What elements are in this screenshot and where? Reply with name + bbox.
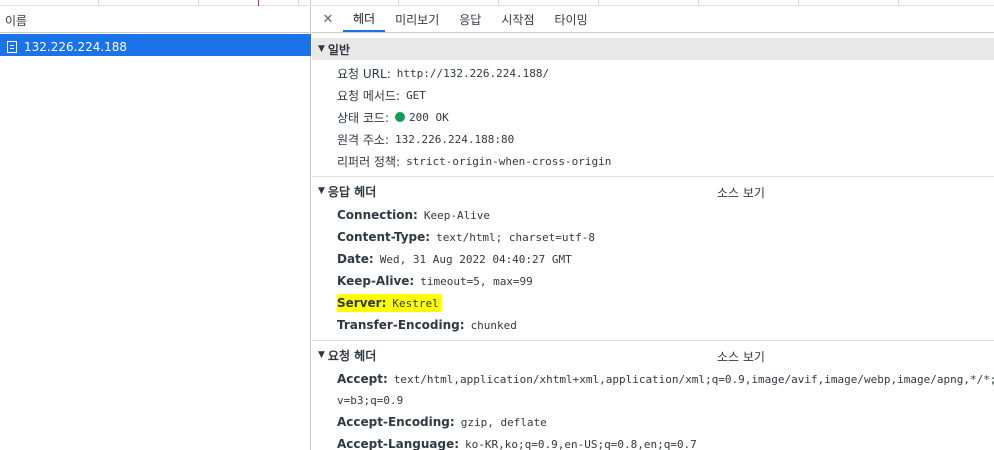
header-key: 상태 코드: [337,110,390,125]
general-section-header[interactable]: ▼ 일반 [312,38,994,60]
general-section-title: 일반 [327,42,351,57]
header-value: 132.226.224.188:80 [395,132,515,146]
header-key: Keep-Alive: [337,274,415,288]
header-key: Accept-Language: [337,437,460,450]
header-value: 200 OK [409,110,449,124]
request-name: 132.226.224.188 [24,39,128,54]
request-header-row: Accept-Language: ko-KR,ko;q=0.9,en-US;q=… [337,434,697,450]
response-header-row: Connection: Keep-Alive [337,205,490,225]
details-tabbar: ✕ 헤더 미리보기 응답 시작점 타이밍 [312,6,994,33]
header-value: Kestrel [392,296,439,310]
view-source-link[interactable]: 소스 보기 [717,348,765,365]
header-key: Date: [337,252,374,266]
triangle-down-icon: ▼ [318,350,325,360]
header-key: 요청 메서드: [337,88,401,103]
highlight-mark: Server: Kestrel [337,294,442,312]
header-value: chunked [470,318,517,332]
general-row-request-url: 요청 URL: http://132.226.224.188/ [337,63,549,83]
document-icon [7,40,17,53]
response-headers-section-header[interactable]: ▼ 응답 헤더 소스 보기 [312,180,994,202]
request-headers-title: 요청 헤더 [327,348,377,363]
header-key: Server: [337,296,387,310]
header-key: 리퍼러 정책: [337,154,401,169]
header-value: ko-KR,ko;q=0.9,en-US;q=0.8,en;q=0.7 [465,437,697,450]
response-header-row-server: Server: Kestrel [337,293,442,313]
request-row-selected[interactable]: 132.226.224.188 [0,34,311,56]
header-value: GET [406,88,426,102]
header-value: timeout=5, max=99 [420,274,533,288]
header-key: 원격 주소: [337,132,390,147]
header-value-continuation: v=b3;q=0.9 [337,393,404,407]
response-header-row: Date: Wed, 31 Aug 2022 04:40:27 GMT [337,249,572,269]
header-value: text/html; charset=utf-8 [436,230,596,244]
tab-timing[interactable]: 타이밍 [544,6,597,32]
response-header-row: Keep-Alive: timeout=5, max=99 [337,271,533,291]
response-headers-title: 응답 헤더 [327,184,377,199]
tab-response[interactable]: 응답 [449,6,491,32]
name-column-header[interactable]: 이름 [0,6,311,33]
triangle-down-icon: ▼ [318,44,325,54]
header-value: gzip, deflate [460,415,547,429]
header-key: Accept: [337,372,388,386]
response-header-row: Transfer-Encoding: chunked [337,315,517,335]
header-value: text/html,application/xhtml+xml,applicat… [393,372,994,386]
tab-headers[interactable]: 헤더 [343,6,386,32]
triangle-down-icon: ▼ [318,186,325,196]
section-divider [312,340,994,341]
request-header-row: Accept-Encoding: gzip, deflate [337,412,547,432]
close-icon[interactable]: ✕ [319,6,337,32]
header-key: 요청 URL: [337,66,391,81]
header-key: Transfer-Encoding: [337,318,465,332]
general-row-request-method: 요청 메서드: GET [337,85,426,105]
header-value: http://132.226.224.188/ [396,66,550,80]
tab-initiator[interactable]: 시작점 [491,6,544,32]
general-row-remote-address: 원격 주소: 132.226.224.188:80 [337,129,514,149]
tab-preview[interactable]: 미리보기 [385,6,449,32]
general-row-referrer-policy: 리퍼러 정책: strict-origin-when-cross-origin [337,151,611,171]
header-value: Keep-Alive [423,208,491,222]
status-dot-icon [395,112,406,122]
request-details-panel: ✕ 헤더 미리보기 응답 시작점 타이밍 ▼ 일반 요청 URL: http:/… [312,0,994,450]
response-header-row: Content-Type: text/html; charset=utf-8 [337,227,595,247]
header-key: Content-Type: [337,230,431,244]
section-divider [312,176,994,177]
header-key: Connection: [337,208,418,222]
general-row-status-code: 상태 코드: 200 OK [337,107,449,127]
header-value: strict-origin-when-cross-origin [406,154,612,168]
request-headers-section-header[interactable]: ▼ 요청 헤더 소스 보기 [312,344,994,366]
request-header-row: Accept: text/html,application/xhtml+xml,… [337,369,994,389]
request-list-panel: 이름 132.226.224.188 [0,0,311,450]
view-source-link[interactable]: 소스 보기 [717,184,765,201]
header-value: Wed, 31 Aug 2022 04:40:27 GMT [379,252,572,266]
header-key: Accept-Encoding: [337,415,455,429]
request-header-row-continuation: v=b3;q=0.9 [337,390,403,410]
